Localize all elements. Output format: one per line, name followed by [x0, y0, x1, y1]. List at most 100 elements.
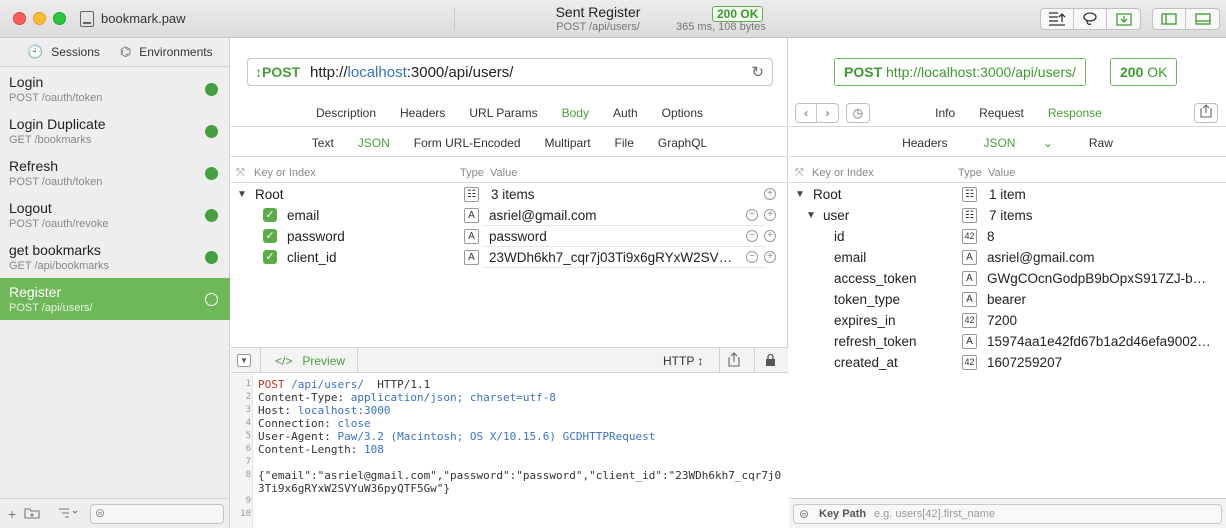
keypath-input[interactable]: ⊜ Key Path e.g. users[42].first_name	[793, 504, 1222, 524]
row-key[interactable]: email	[287, 208, 319, 223]
document-icon	[80, 11, 94, 27]
disclosure-triangle-icon[interactable]: ▼	[795, 189, 805, 200]
row-key[interactable]: password	[287, 229, 345, 244]
add-icon[interactable]: +	[8, 506, 16, 522]
remove-row-icon[interactable]: −	[746, 230, 758, 242]
sort-icon[interactable]	[58, 506, 78, 522]
title-bar: bookmark.paw Sent Register POST /api/use…	[0, 0, 1226, 38]
zoom-window-button[interactable]	[53, 12, 66, 25]
tab-info[interactable]: Info	[935, 106, 955, 120]
tab-form-url-encoded[interactable]: Form URL-Encoded	[414, 136, 521, 150]
response-field-row[interactable]: refresh_token A 15974aa1e42fd67b1a2d46ef…	[789, 331, 1226, 352]
response-field-row[interactable]: email A asriel@gmail.com	[789, 247, 1226, 268]
response-field-row[interactable]: id 42 8	[789, 226, 1226, 247]
request-name: Refresh	[9, 158, 59, 174]
tab-json[interactable]: JSON ⌄	[971, 136, 1064, 150]
request-tabs: Description Headers URL Params Body Auth…	[231, 99, 788, 127]
response-field-row[interactable]: created_at 42 1607259207	[789, 352, 1226, 373]
send-request-icon[interactable]	[1041, 9, 1074, 29]
tab-request[interactable]: Request	[979, 106, 1024, 120]
request-path: POST /api/users/	[9, 302, 93, 314]
code-token: 3Ti9x6gRYxW2SVYuW36pyQTF5Gw"}	[258, 482, 451, 495]
close-window-button[interactable]	[13, 12, 26, 25]
row-value: 7 items	[989, 208, 1033, 223]
export-icon[interactable]	[1107, 9, 1140, 29]
add-folder-icon[interactable]	[24, 506, 40, 522]
sidebar-request-refresh[interactable]: Refresh POST /oauth/token	[0, 152, 230, 194]
response-user-row[interactable]: ▼ user ☷ 7 items	[789, 205, 1226, 226]
add-row-icon[interactable]: +	[764, 188, 776, 200]
collapse-preview-icon[interactable]: ▼	[237, 354, 251, 367]
method-selector[interactable]: ↕POST	[255, 64, 300, 80]
response-field-row[interactable]: access_token A GWgCOcnGodpB9bOpxS917ZJ-b…	[789, 268, 1226, 289]
toggle-sidebar-icon[interactable]	[1153, 9, 1186, 29]
preview-tab[interactable]: </> Preview	[275, 354, 345, 368]
enabled-checkbox[interactable]: ✓	[263, 208, 277, 222]
tab-graphql[interactable]: GraphQL	[658, 136, 707, 150]
sidebar-request-login-duplicate[interactable]: Login Duplicate GET /bookmarks	[0, 110, 230, 152]
line-number: 6	[245, 444, 251, 454]
enabled-checkbox[interactable]: ✓	[263, 250, 277, 264]
toggle-bottom-panel-icon[interactable]	[1186, 9, 1219, 29]
sidebar-request-get-bookmarks[interactable]: get bookmarks GET /api/bookmarks	[0, 236, 230, 278]
tab-auth[interactable]: Auth	[613, 106, 638, 120]
response-field-row[interactable]: token_type A bearer	[789, 289, 1226, 310]
divider	[719, 348, 720, 372]
body-field-row[interactable]: ✓ password A password − +	[231, 226, 788, 247]
request-title: Sent Register	[555, 4, 641, 20]
sidebar-footer: + ⊜	[0, 498, 230, 528]
row-value[interactable]: 23WDh6kh7_cqr7j03Ti9x6gRYxW2SVY…	[489, 250, 739, 265]
code-icon: </>	[275, 354, 293, 368]
tab-headers[interactable]: Headers	[902, 136, 947, 150]
share-icon[interactable]	[728, 352, 740, 370]
tab-options[interactable]: Options	[662, 106, 703, 120]
row-key[interactable]: client_id	[287, 250, 337, 265]
expand-all-icon[interactable]: ⤧	[236, 167, 245, 180]
remove-row-icon[interactable]: −	[746, 209, 758, 221]
row-value[interactable]: password	[489, 229, 739, 244]
lock-icon[interactable]	[765, 353, 776, 370]
format-selector[interactable]: HTTP ↕	[663, 354, 703, 368]
line-gutter: 1 2 3 4 5 6 7 8 9 10	[231, 374, 253, 528]
string-type-icon: A	[962, 334, 977, 349]
body-root-row[interactable]: ▼ Root ☷ 3 items +	[231, 184, 788, 205]
tab-raw[interactable]: Raw	[1089, 136, 1113, 150]
disclosure-triangle-icon[interactable]: ▼	[806, 210, 816, 221]
sidebar-request-register[interactable]: Register POST /api/users/	[0, 278, 230, 320]
body-field-row[interactable]: ✓ client_id A 23WDh6kh7_cqr7j03Ti9x6gRYx…	[231, 247, 788, 268]
tab-environments[interactable]: ⌬ Environments	[120, 44, 213, 60]
add-row-icon[interactable]: +	[764, 209, 776, 221]
remove-row-icon[interactable]: −	[746, 251, 758, 263]
expand-all-icon[interactable]: ⤧	[795, 167, 804, 180]
tab-sessions[interactable]: 🕘 Sessions	[27, 44, 100, 60]
reload-icon[interactable]: ↻	[751, 63, 764, 81]
sidebar-request-logout[interactable]: Logout POST /oauth/revoke	[0, 194, 230, 236]
disclosure-triangle-icon[interactable]: ▼	[237, 189, 247, 200]
code-token: localhost:3000	[297, 404, 391, 417]
body-field-row[interactable]: ✓ email A asriel@gmail.com − +	[231, 205, 788, 226]
tab-file[interactable]: File	[615, 136, 634, 150]
row-value[interactable]: asriel@gmail.com	[489, 208, 739, 223]
tab-headers[interactable]: Headers	[400, 106, 445, 120]
filter-input[interactable]: ⊜	[90, 504, 224, 524]
tab-description[interactable]: Description	[316, 106, 376, 120]
add-row-icon[interactable]: +	[764, 251, 776, 263]
sidebar-request-login[interactable]: Login POST /oauth/token	[0, 68, 230, 110]
tab-response[interactable]: Response	[1048, 106, 1102, 120]
url-input[interactable]: ↕POST http://localhost:3000/api/users/ ↻	[247, 58, 773, 86]
enabled-checkbox[interactable]: ✓	[263, 229, 277, 243]
code-line: {"email":"asriel@gmail.com","password":"…	[258, 469, 781, 482]
add-row-icon[interactable]: +	[764, 230, 776, 242]
response-root-row[interactable]: ▼ Root ☷ 1 item	[789, 184, 1226, 205]
minimize-window-button[interactable]	[33, 12, 46, 25]
format-label: HTTP	[663, 354, 695, 368]
code-token: {"email":"asriel@gmail.com","password":"…	[258, 469, 782, 482]
tab-body[interactable]: Body	[562, 106, 589, 120]
tab-json[interactable]: JSON	[358, 136, 390, 150]
response-field-row[interactable]: expires_in 42 7200	[789, 310, 1226, 331]
tab-text[interactable]: Text	[312, 136, 334, 150]
lasso-icon[interactable]	[1074, 9, 1107, 29]
tab-url-params[interactable]: URL Params	[469, 106, 537, 120]
tab-multipart[interactable]: Multipart	[545, 136, 591, 150]
response-url: POST http://localhost:3000/api/users/	[834, 58, 1086, 86]
